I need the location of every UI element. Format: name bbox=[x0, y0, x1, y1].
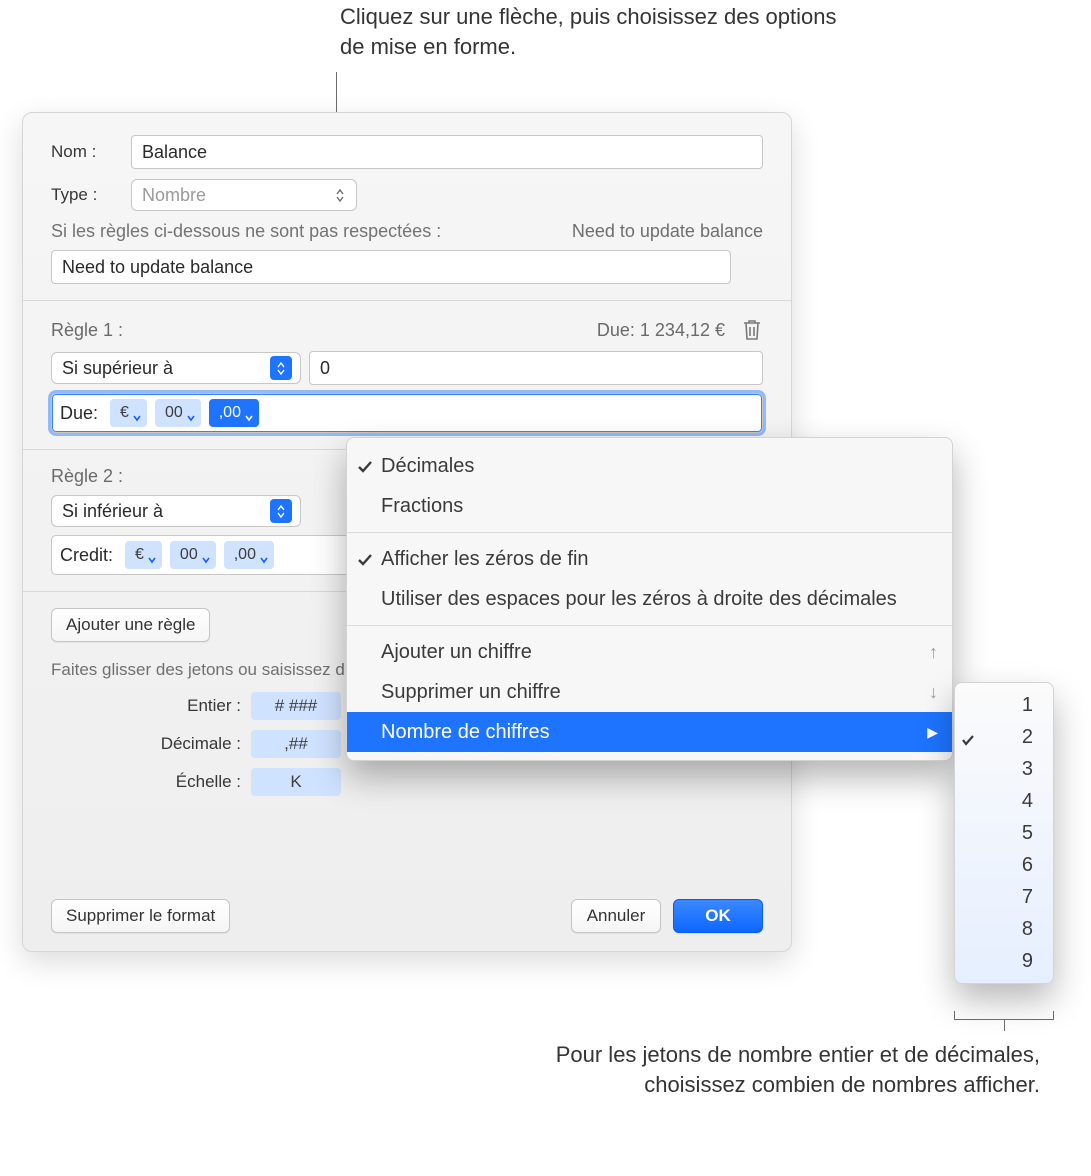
echelle-label: Échelle : bbox=[51, 772, 251, 792]
echelle-token[interactable]: K bbox=[251, 768, 341, 796]
digits-option-3[interactable]: 3 bbox=[955, 753, 1053, 785]
menu-supprimer-chiffre[interactable]: Supprimer un chiffre ↓ bbox=[347, 672, 952, 712]
select-knob-icon bbox=[270, 499, 292, 523]
chevron-right-icon: ▶ bbox=[927, 724, 938, 741]
rule2-decimal-token[interactable]: ,00 bbox=[224, 541, 274, 569]
rule2-currency-token[interactable]: € bbox=[125, 541, 162, 569]
digits-option-6[interactable]: 6 bbox=[955, 849, 1053, 881]
digits-option-4[interactable]: 4 bbox=[955, 785, 1053, 817]
chevron-down-icon bbox=[133, 409, 141, 417]
rule1-label: Règle 1 : bbox=[51, 320, 123, 341]
digits-option-2[interactable]: 2 bbox=[955, 721, 1053, 753]
check-icon bbox=[357, 551, 373, 567]
menu-separator bbox=[347, 625, 952, 626]
menu-espaces-zeros[interactable]: Utiliser des espaces pour les zéros à dr… bbox=[347, 579, 952, 619]
rule2-token-field[interactable]: Credit: € 00 ,00 bbox=[51, 535, 361, 575]
check-icon bbox=[357, 458, 373, 474]
rule2-prefix-text: Credit: bbox=[60, 545, 113, 566]
digits-submenu: 1 2 3 4 5 6 7 8 9 bbox=[954, 682, 1054, 984]
callout-bottom-brace bbox=[954, 1007, 1054, 1031]
type-select[interactable]: Nombre bbox=[131, 179, 357, 211]
entier-label: Entier : bbox=[51, 696, 251, 716]
check-icon bbox=[961, 730, 975, 744]
ok-button[interactable]: OK bbox=[673, 899, 763, 933]
digits-option-5[interactable]: 5 bbox=[955, 817, 1053, 849]
rule1-condition-select[interactable]: Si supérieur à bbox=[51, 352, 301, 384]
menu-decimales[interactable]: Décimales bbox=[347, 446, 952, 486]
decimal-token-menu: Décimales Fractions Afficher les zéros d… bbox=[346, 437, 953, 761]
fail-text-input[interactable]: Need to update balance bbox=[51, 250, 731, 284]
rule1-preview: Due: 1 234,12 € bbox=[597, 320, 725, 341]
rule1-decimal-token[interactable]: ,00 bbox=[209, 399, 259, 427]
digits-option-9[interactable]: 9 bbox=[955, 945, 1053, 977]
decimale-token[interactable]: ,## bbox=[251, 730, 341, 758]
rule2-condition-select[interactable]: Si inférieur à bbox=[51, 495, 301, 527]
digits-option-8[interactable]: 8 bbox=[955, 913, 1053, 945]
chevron-down-icon bbox=[245, 409, 253, 417]
menu-fractions[interactable]: Fractions bbox=[347, 486, 952, 526]
if-rules-fail-label: Si les règles ci-dessous ne sont pas res… bbox=[51, 221, 441, 242]
digits-option-7[interactable]: 7 bbox=[955, 881, 1053, 913]
rule1-value-input[interactable]: 0 bbox=[309, 351, 763, 385]
decimale-label: Décimale : bbox=[51, 734, 251, 754]
add-rule-button[interactable]: Ajouter une règle bbox=[51, 608, 210, 642]
rule1-currency-token[interactable]: € bbox=[110, 399, 147, 427]
chevron-down-icon bbox=[202, 551, 210, 559]
type-label: Type : bbox=[51, 185, 131, 205]
cancel-button[interactable]: Annuler bbox=[571, 899, 661, 933]
trash-icon[interactable] bbox=[741, 317, 763, 343]
menu-zeros-fin[interactable]: Afficher les zéros de fin bbox=[347, 539, 952, 579]
name-input[interactable]: Balance bbox=[131, 135, 763, 169]
select-knob-icon bbox=[270, 356, 292, 380]
chevron-down-icon bbox=[148, 551, 156, 559]
callout-top: Cliquez sur une flèche, puis choisissez … bbox=[340, 2, 840, 61]
rule2-integer-token[interactable]: 00 bbox=[170, 541, 216, 569]
menu-ajouter-chiffre[interactable]: Ajouter un chiffre ↑ bbox=[347, 632, 952, 672]
select-knob-icon bbox=[332, 181, 348, 209]
menu-nombre-chiffres[interactable]: Nombre de chiffres ▶ bbox=[347, 712, 952, 752]
rule1-token-field[interactable]: Due: € 00 ,00 bbox=[51, 393, 763, 433]
rule1-integer-token[interactable]: 00 bbox=[155, 399, 201, 427]
name-label: Nom : bbox=[51, 142, 131, 162]
menu-separator bbox=[347, 532, 952, 533]
separator bbox=[23, 300, 791, 301]
delete-format-button[interactable]: Supprimer le format bbox=[51, 899, 230, 933]
arrow-down-icon: ↓ bbox=[929, 682, 938, 703]
arrow-up-icon: ↑ bbox=[929, 642, 938, 663]
rules-fail-preview: Need to update balance bbox=[572, 221, 763, 242]
callout-bottom: Pour les jetons de nombre entier et de d… bbox=[480, 1040, 1040, 1099]
chevron-down-icon bbox=[260, 551, 268, 559]
entier-token[interactable]: # ### bbox=[251, 692, 341, 720]
chevron-down-icon bbox=[187, 409, 195, 417]
rule2-label: Règle 2 : bbox=[51, 466, 123, 487]
rule1-prefix-text: Due: bbox=[60, 403, 98, 424]
digits-option-1[interactable]: 1 bbox=[955, 689, 1053, 721]
